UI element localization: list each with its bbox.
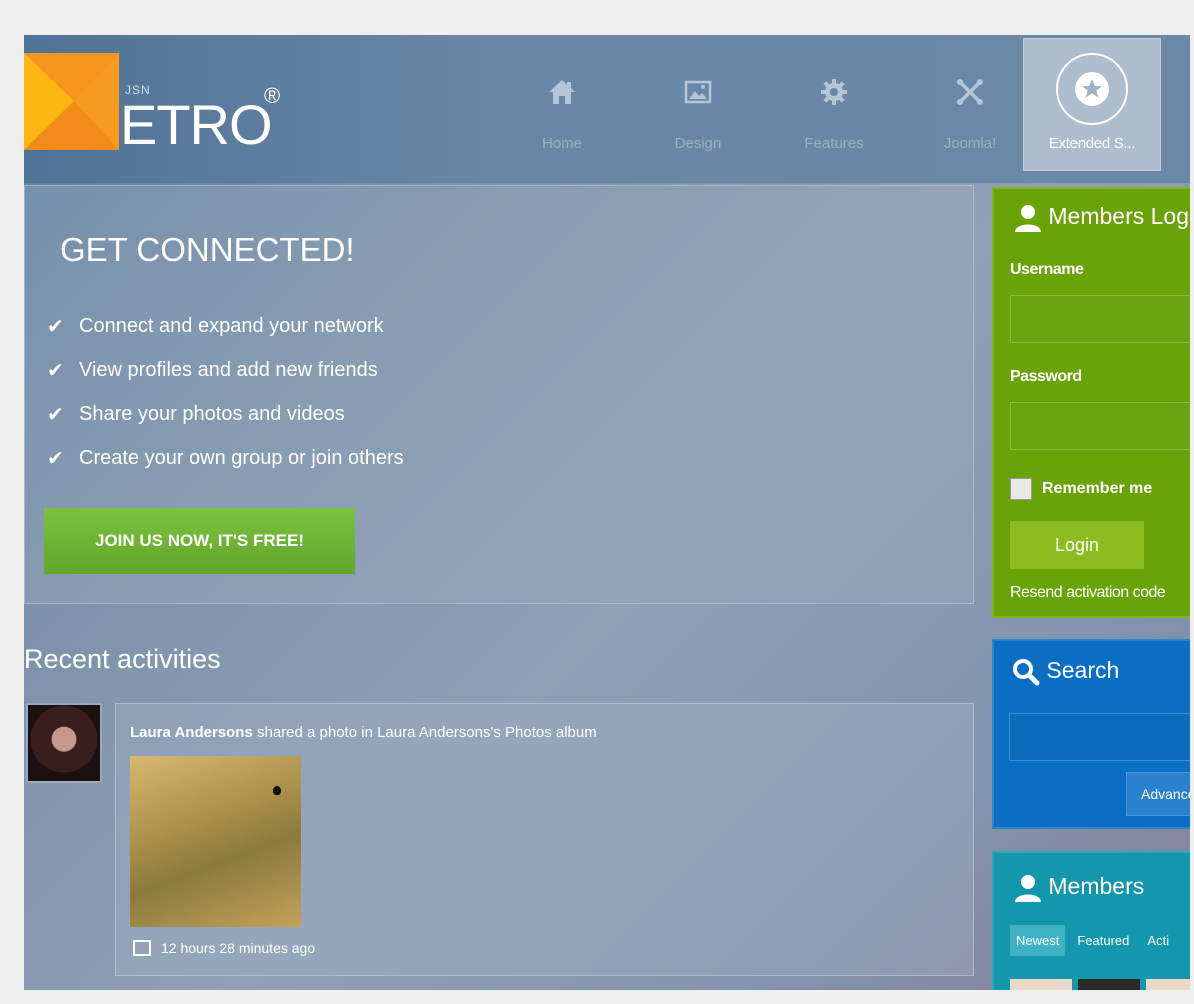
feature-item: ✔ Share your photos and videos: [47, 402, 345, 426]
member-thumbnails: [1010, 979, 1190, 990]
site-logo[interactable]: JSN ETRO ®: [24, 53, 324, 163]
username-input[interactable]: [1010, 295, 1190, 343]
remember-label: Remember me: [1042, 480, 1153, 497]
search-title: Search: [1012, 657, 1119, 686]
search-panel: Search Advance: [992, 639, 1190, 829]
activity-user-link[interactable]: Laura Andersons: [130, 724, 253, 741]
logo-registered-mark: ®: [264, 83, 281, 108]
nav-item-label: Extended S...: [1048, 135, 1136, 152]
checkmark-icon: ✔: [47, 359, 64, 382]
member-thumbnail[interactable]: [1146, 979, 1190, 990]
recent-activities-title: Recent activities: [24, 644, 221, 674]
tab-newest[interactable]: Newest: [1010, 925, 1066, 956]
nav-item-extended[interactable]: Extended S...: [1023, 38, 1161, 171]
star-icon: [1056, 53, 1128, 125]
members-title: Members: [1014, 873, 1144, 903]
get-connected-title: GET CONNECTED!: [60, 231, 355, 268]
login-title: Members Log: [1014, 203, 1189, 233]
resend-activation-link[interactable]: Resend activation code: [1010, 584, 1166, 602]
members-panel: Members Newest Featured Acti: [992, 851, 1190, 990]
activity-meta: 12 hours 28 minutes ago: [133, 940, 315, 956]
password-input[interactable]: [1010, 402, 1190, 450]
member-thumbnail[interactable]: [1010, 979, 1072, 990]
nav-item-joomla[interactable]: Joomla!: [902, 35, 1038, 183]
avatar[interactable]: [26, 703, 102, 783]
user-icon: [1015, 205, 1041, 232]
nav-item-label: Features: [804, 135, 864, 152]
main-nav: Home Design Features Joomla!: [494, 35, 1038, 183]
user-icon: [1015, 875, 1041, 902]
home-icon: [549, 80, 575, 104]
logo-text: ETRO: [120, 93, 273, 156]
nav-item-label: Joomla!: [943, 135, 997, 152]
nav-item-design[interactable]: Design: [630, 35, 766, 183]
nav-item-home[interactable]: Home: [494, 35, 630, 183]
feature-item: ✔ Connect and expand your network: [47, 314, 384, 338]
site-header: JSN ETRO ® Home Design Features Joomla! …: [24, 35, 1190, 183]
search-icon: [1013, 658, 1040, 686]
feature-item: ✔ View profiles and add new friends: [47, 358, 378, 382]
page-frame: JSN ETRO ® Home Design Features Joomla! …: [24, 35, 1190, 990]
remember-me: Remember me: [1010, 478, 1152, 500]
nav-item-label: Design: [674, 135, 722, 152]
image-icon: [684, 80, 712, 104]
logo-mark-icon: [24, 53, 119, 150]
feature-list: ✔ Connect and expand your network ✔ View p…: [47, 304, 404, 480]
activity-item: Laura Andersons shared a photo in Laura …: [115, 703, 974, 976]
member-thumbnail[interactable]: [1078, 979, 1140, 990]
checkmark-icon: ✔: [47, 447, 64, 470]
checkmark-icon: ✔: [47, 403, 64, 426]
advanced-search-button[interactable]: Advance: [1126, 772, 1190, 816]
nav-item-label: Home: [541, 135, 582, 152]
feature-item: ✔ Create your own group or join others: [47, 446, 404, 470]
login-button[interactable]: Login: [1010, 521, 1144, 569]
activity-photo[interactable]: [130, 756, 301, 927]
search-input[interactable]: [1009, 713, 1190, 761]
gear-icon: [821, 79, 847, 105]
tab-featured[interactable]: Featured: [1071, 925, 1135, 956]
join-button[interactable]: JOIN US NOW, IT'S FREE!: [44, 508, 355, 574]
username-label: Username: [1010, 261, 1084, 278]
get-connected-panel: GET CONNECTED! ✔ Connect and expand your …: [24, 185, 974, 604]
joomla-icon: [957, 79, 983, 105]
activity-description: shared a photo in Laura Andersons's Phot…: [256, 724, 597, 741]
checkmark-icon: ✔: [47, 315, 64, 338]
members-tabs: Newest Featured Acti: [1010, 925, 1175, 956]
tab-active[interactable]: Acti: [1141, 925, 1175, 956]
activity-text: Laura Andersons shared a photo in Laura …: [130, 724, 597, 741]
photo-icon: [133, 940, 151, 956]
password-label: Password: [1010, 368, 1082, 385]
members-login-panel: Members Log Username Password Remember m…: [992, 187, 1190, 618]
nav-item-features[interactable]: Features: [766, 35, 902, 183]
remember-checkbox[interactable]: [1010, 478, 1032, 500]
activity-time: 12 hours 28 minutes ago: [161, 940, 316, 956]
